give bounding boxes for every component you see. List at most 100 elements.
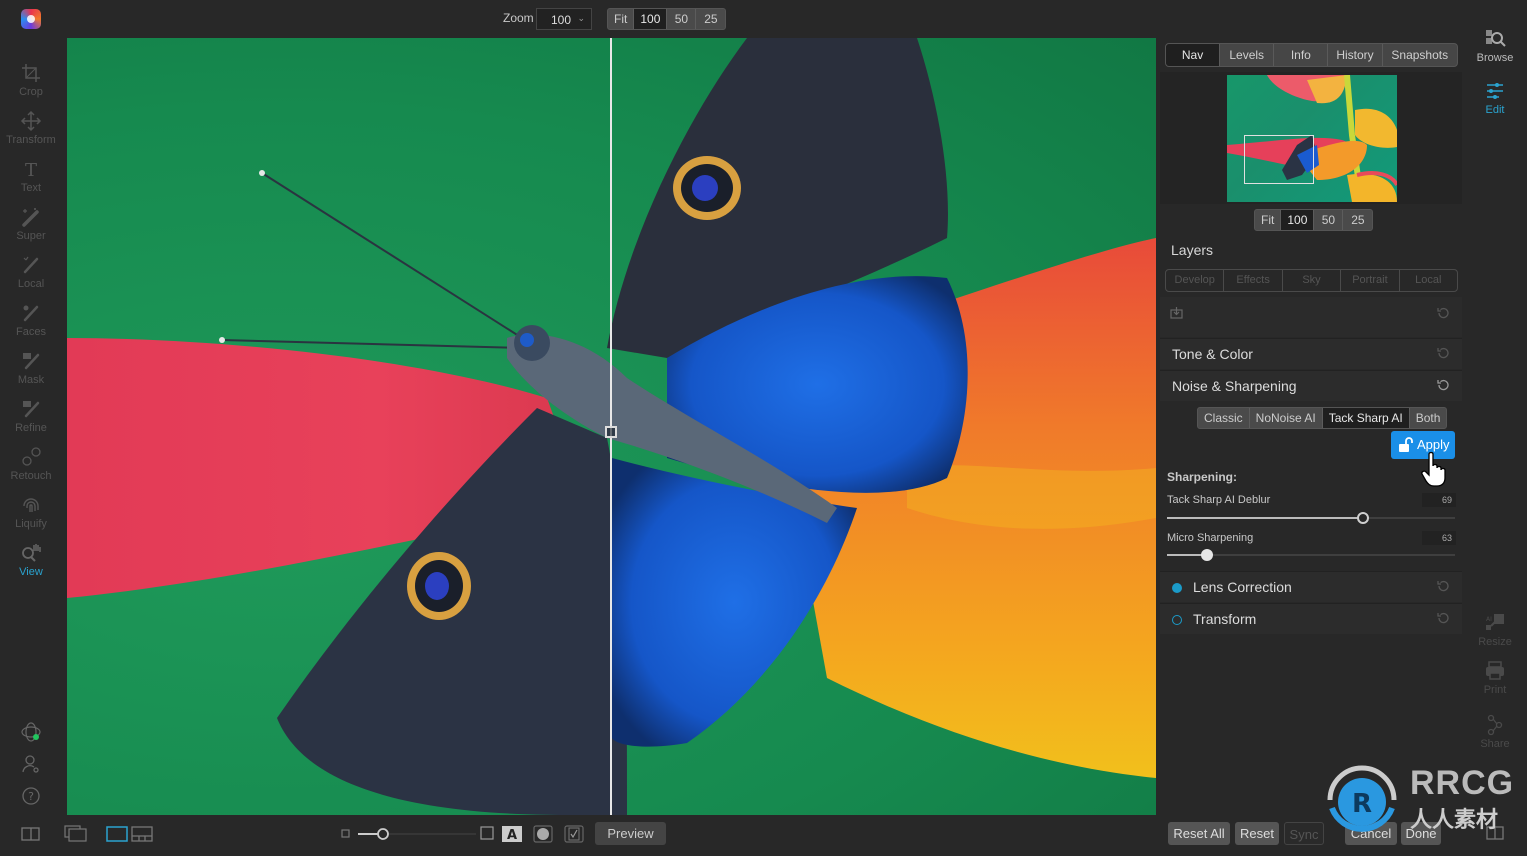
tool-label: Super: [16, 230, 46, 242]
thumbnail-size-slider[interactable]: [356, 826, 476, 842]
tab-snapshots[interactable]: Snapshots: [1383, 44, 1457, 66]
reset-icon[interactable]: [1436, 579, 1450, 593]
nav-zoom-25[interactable]: 25: [1343, 210, 1372, 230]
module-browse[interactable]: Browse: [1468, 28, 1522, 64]
tool-text[interactable]: T Text: [0, 158, 62, 194]
tab-levels[interactable]: Levels: [1220, 44, 1275, 66]
chevron-down-icon: ⌄: [577, 13, 585, 23]
extensions-icon[interactable]: [20, 721, 42, 743]
layers-title: Layers: [1171, 242, 1214, 258]
disabled-indicator-icon[interactable]: [1172, 615, 1182, 625]
tool-retouch[interactable]: Retouch: [0, 446, 62, 482]
sync-button[interactable]: Sync: [1284, 822, 1324, 845]
section-title: Lens Correction: [1193, 579, 1292, 595]
watermark-text: RRCG: [1410, 764, 1515, 802]
slider-knob[interactable]: [1201, 549, 1214, 561]
left-toolbar: Crop Transform T Text Super Local Faces …: [0, 0, 62, 856]
module-label: Share: [1480, 738, 1510, 750]
app-logo[interactable]: [21, 9, 41, 29]
svg-text:T: T: [25, 160, 37, 180]
tool-faces[interactable]: Faces: [0, 302, 62, 338]
split-view-icon[interactable]: [131, 826, 153, 842]
zoom-preset-25[interactable]: 25: [696, 9, 725, 29]
done-button[interactable]: Done: [1401, 822, 1441, 845]
module-resize[interactable]: AI Resize: [1468, 612, 1522, 648]
layer-tab-effects[interactable]: Effects: [1224, 270, 1283, 291]
tool-super[interactable]: Super: [0, 206, 62, 242]
layer-tab-portrait[interactable]: Portrait: [1341, 270, 1400, 291]
panel-tabs: Nav Levels Info History Snapshots: [1165, 43, 1458, 67]
noise-mode-both[interactable]: Both: [1410, 408, 1447, 428]
navigator-viewport-box[interactable]: [1244, 135, 1314, 184]
reset-icon[interactable]: [1436, 346, 1450, 360]
split-handle[interactable]: [605, 426, 617, 438]
noise-mode-selector: Classic NoNoise AI Tack Sharp AI Both: [1197, 407, 1448, 429]
compare-screens-icon[interactable]: [64, 824, 88, 844]
slider-knob[interactable]: [1356, 512, 1369, 524]
section-tone-color[interactable]: Tone & Color: [1160, 338, 1462, 369]
slider-label: Micro Sharpening: [1167, 532, 1254, 544]
enabled-indicator-icon[interactable]: [1172, 583, 1182, 593]
account-icon[interactable]: [20, 753, 42, 775]
noise-mode-nonoise-ai[interactable]: NoNoise AI: [1250, 408, 1323, 428]
text-overlay-icon[interactable]: A: [502, 826, 522, 842]
layer-tab-local[interactable]: Local: [1400, 270, 1457, 291]
reset-all-button[interactable]: Reset All: [1168, 822, 1230, 845]
layer-tab-sky[interactable]: Sky: [1283, 270, 1342, 291]
reset-icon[interactable]: [1436, 306, 1450, 320]
layer-tab-develop[interactable]: Develop: [1166, 270, 1225, 291]
toggle-right-panel-icon[interactable]: [1486, 826, 1504, 840]
noise-mode-tack-sharp-ai[interactable]: Tack Sharp AI: [1322, 408, 1410, 428]
preview-button[interactable]: Preview: [595, 822, 666, 845]
clipping-overlay-icon[interactable]: [564, 825, 584, 843]
tack-sharp-deblur-slider[interactable]: [1167, 512, 1455, 524]
tool-crop[interactable]: Crop: [0, 62, 62, 98]
mask-overlay-icon[interactable]: [533, 825, 553, 843]
slider-value[interactable]: 69: [1422, 493, 1456, 507]
module-print[interactable]: Print: [1468, 660, 1522, 696]
micro-sharpening-slider[interactable]: [1167, 549, 1455, 561]
tab-info[interactable]: Info: [1274, 44, 1329, 66]
zoom-preset-100[interactable]: 100: [634, 9, 668, 29]
navigator-thumbnail[interactable]: [1227, 75, 1397, 202]
noise-mode-classic[interactable]: Classic: [1198, 408, 1250, 428]
section-title: Tone & Color: [1172, 346, 1253, 362]
tool-label: Mask: [17, 374, 45, 386]
reset-icon[interactable]: [1436, 611, 1450, 625]
tab-nav[interactable]: Nav: [1166, 44, 1221, 66]
tool-transform[interactable]: Transform: [0, 110, 62, 146]
help-icon[interactable]: ?: [20, 785, 42, 807]
toggle-panel-icon[interactable]: [21, 826, 41, 842]
import-preset-icon[interactable]: [1170, 306, 1183, 319]
reset-icon[interactable]: [1436, 378, 1450, 392]
nav-zoom-50[interactable]: 50: [1314, 210, 1344, 230]
svg-text:R: R: [1352, 789, 1372, 819]
zoom-select[interactable]: 100 ⌄: [536, 8, 592, 30]
nav-zoom-fit[interactable]: Fit: [1255, 210, 1282, 230]
single-view-icon[interactable]: [106, 826, 128, 842]
zoom-preset-50[interactable]: 50: [667, 9, 697, 29]
tool-view[interactable]: View: [0, 542, 62, 578]
module-edit[interactable]: Edit: [1468, 80, 1522, 116]
tool-label: Local: [17, 278, 45, 290]
section-transform[interactable]: Transform: [1160, 603, 1462, 634]
sharpening-label: Sharpening:: [1167, 470, 1238, 484]
module-share[interactable]: Share: [1468, 714, 1522, 750]
tool-refine[interactable]: Refine: [0, 398, 62, 434]
nav-zoom-100[interactable]: 100: [1281, 210, 1315, 230]
cancel-button[interactable]: Cancel: [1345, 822, 1397, 845]
zoom-preset-fit[interactable]: Fit: [608, 9, 635, 29]
tool-mask[interactable]: Mask: [0, 350, 62, 386]
tool-liquify[interactable]: Liquify: [0, 494, 62, 530]
slider-value[interactable]: 63: [1422, 531, 1456, 545]
section-lens-correction[interactable]: Lens Correction: [1160, 571, 1462, 602]
reset-button[interactable]: Reset: [1235, 822, 1279, 845]
image-canvas[interactable]: [67, 38, 1156, 815]
section-noise-sharpening[interactable]: Noise & Sharpening: [1160, 370, 1462, 401]
tool-label: Refine: [15, 422, 47, 434]
tool-label: View: [19, 566, 43, 578]
navigator: [1160, 72, 1462, 204]
text-icon: T: [25, 160, 37, 180]
tool-local[interactable]: Local: [0, 254, 62, 290]
tab-history[interactable]: History: [1328, 44, 1383, 66]
